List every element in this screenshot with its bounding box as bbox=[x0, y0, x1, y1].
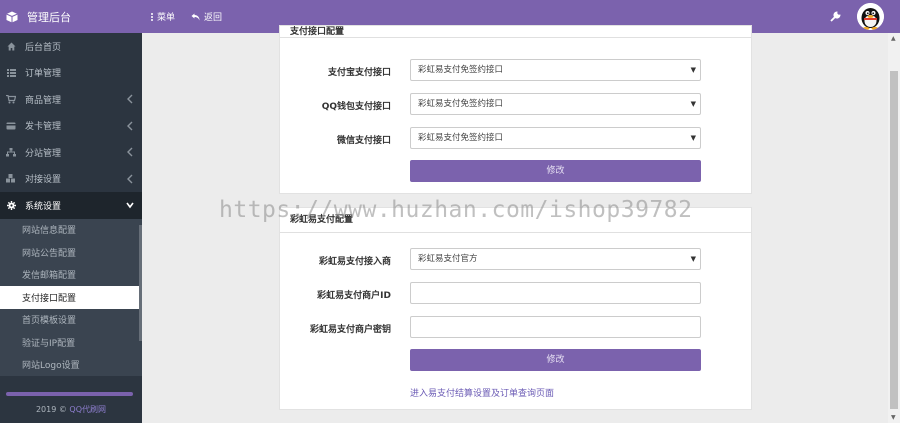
vertical-ellipsis-icon bbox=[151, 12, 153, 21]
form-label: 彩虹易支付商户ID bbox=[317, 291, 391, 301]
panel-title-text: 支付接口配置 bbox=[290, 27, 345, 37]
provider-select[interactable]: 彩虹易支付官方 ▼ bbox=[410, 248, 701, 270]
wxpay-interface-select[interactable]: 彩虹易支付免签约接口 ▼ bbox=[410, 127, 701, 149]
caret-down-icon: ▼ bbox=[690, 100, 696, 108]
sidebar-item-system-settings[interactable]: 系统设置 bbox=[0, 192, 142, 219]
sidebar-item-label: 发卡管理 bbox=[25, 122, 62, 133]
copyright: 2019 © QQ代刷网 bbox=[0, 404, 142, 415]
sitemap-icon bbox=[6, 147, 16, 157]
sidebar-item-orders[interactable]: 订单管理 bbox=[0, 60, 142, 87]
sidebar-subitem-mail[interactable]: 发信邮箱配置 bbox=[0, 264, 142, 287]
brand-title: 管理后台 bbox=[27, 10, 71, 24]
sidebar-subitem-announcement[interactable]: 网站公告配置 bbox=[0, 241, 142, 264]
form-row-merchant-id: 彩虹易支付商户ID bbox=[280, 282, 753, 304]
sidebar-item-label: 商品管理 bbox=[25, 95, 62, 106]
watermark: https://www.huzhan.com/ishop39782 bbox=[219, 197, 693, 223]
scrollbar-thumb[interactable] bbox=[890, 71, 898, 409]
reply-icon bbox=[191, 13, 200, 20]
sidebar: 管理后台 后台首页 订单管理 商品管理 发卡管理 分站管理 对接设置 系统设置 … bbox=[0, 0, 142, 423]
sidebar-item-label: 订单管理 bbox=[25, 69, 62, 80]
back-label: 返回 bbox=[204, 13, 223, 23]
sidebar-item-label: 对接设置 bbox=[25, 175, 62, 186]
form-label: 支付宝支付接口 bbox=[327, 68, 391, 78]
sidebar-subitem-logo[interactable]: 网站Logo设置 bbox=[0, 354, 142, 377]
cube-icon bbox=[6, 11, 18, 22]
panel-title: 支付接口配置 bbox=[280, 26, 751, 38]
form-label: 微信支付接口 bbox=[336, 136, 391, 146]
wrench-icon[interactable] bbox=[830, 11, 841, 22]
sidebar-item-integration[interactable]: 对接设置 bbox=[0, 166, 142, 193]
page-scrollbar[interactable]: ▲ ▼ bbox=[888, 33, 900, 423]
form-row-wxpay: 微信支付接口 彩虹易支付免签约接口 ▼ bbox=[280, 127, 753, 149]
scroll-up-arrow-icon[interactable]: ▲ bbox=[891, 35, 896, 42]
form-row-alipay: 支付宝支付接口 彩虹易支付免签约接口 ▼ bbox=[280, 59, 753, 81]
qqpay-interface-select[interactable]: 彩虹易支付免签约接口 ▼ bbox=[410, 93, 701, 115]
sidebar-subitem-template[interactable]: 首页模板设置 bbox=[0, 309, 142, 332]
scroll-down-arrow-icon[interactable]: ▼ bbox=[891, 414, 896, 421]
copyright-year: 2019 © bbox=[35, 405, 67, 414]
form-row-merchant-key: 彩虹易支付商户密钥 bbox=[280, 316, 753, 338]
sidebar-item-label: 后台首页 bbox=[25, 42, 62, 53]
form-label: 彩虹易支付接入商 bbox=[318, 257, 391, 267]
penguin-avatar-icon bbox=[857, 3, 884, 30]
system-settings-submenu: 网站信息配置 网站公告配置 发信邮箱配置 支付接口配置 首页模板设置 验证与IP… bbox=[0, 218, 142, 377]
menu-label: 菜单 bbox=[157, 13, 176, 23]
copyright-link[interactable]: QQ代刷网 bbox=[69, 405, 106, 414]
form-row-qqpay: QQ钱包支付接口 彩虹易支付免签约接口 ▼ bbox=[280, 93, 753, 115]
chevron-down-icon bbox=[126, 202, 134, 209]
chevron-left-icon bbox=[127, 174, 133, 183]
alipay-interface-select[interactable]: 彩虹易支付免签约接口 ▼ bbox=[410, 59, 701, 81]
form-row-provider: 彩虹易支付接入商 彩虹易支付官方 ▼ bbox=[280, 248, 753, 270]
sidebar-item-label: 分站管理 bbox=[25, 148, 62, 159]
form-label: QQ钱包支付接口 bbox=[321, 102, 391, 112]
sidebar-item-home[interactable]: 后台首页 bbox=[0, 33, 142, 60]
chevron-left-icon bbox=[127, 147, 133, 157]
sidebar-item-products[interactable]: 商品管理 bbox=[0, 86, 142, 113]
chevron-left-icon bbox=[127, 121, 133, 130]
select-value: 彩虹易支付免签约接口 bbox=[418, 133, 504, 143]
settlement-link[interactable]: 进入易支付结算设置及订单查询页面 bbox=[410, 386, 554, 399]
menu-button[interactable]: 菜单 bbox=[151, 10, 175, 23]
home-icon bbox=[6, 41, 16, 51]
epay-config-panel: 彩虹易支付配置 彩虹易支付接入商 彩虹易支付官方 ▼ 彩虹易支付商户ID 彩虹易… bbox=[279, 207, 752, 410]
caret-down-icon: ▼ bbox=[690, 134, 696, 142]
submit-button[interactable]: 修改 bbox=[410, 160, 701, 182]
sidebar-item-cards[interactable]: 发卡管理 bbox=[0, 113, 142, 140]
select-value: 彩虹易支付免签约接口 bbox=[418, 65, 504, 75]
form-label: 彩虹易支付商户密钥 bbox=[309, 325, 391, 335]
chevron-left-icon bbox=[127, 94, 133, 104]
gear-icon bbox=[6, 200, 16, 210]
caret-down-icon: ▼ bbox=[690, 66, 696, 74]
cart-icon bbox=[6, 94, 16, 104]
back-button[interactable]: 返回 bbox=[191, 10, 222, 23]
sidebar-subitem-ip[interactable]: 验证与IP配置 bbox=[0, 331, 142, 354]
sidebar-item-substations[interactable]: 分站管理 bbox=[0, 139, 142, 166]
submit-button[interactable]: 修改 bbox=[410, 349, 701, 371]
merchant-key-input[interactable] bbox=[410, 316, 701, 338]
merchant-id-input[interactable] bbox=[410, 282, 701, 304]
sidebar-subitem-site-info[interactable]: 网站信息配置 bbox=[0, 219, 142, 242]
sidebar-scrollbar[interactable] bbox=[139, 225, 142, 341]
brand[interactable]: 管理后台 bbox=[0, 0, 142, 33]
sidebar-divider bbox=[6, 392, 133, 396]
payment-interface-panel: 支付接口配置 支付宝支付接口 彩虹易支付免签约接口 ▼ QQ钱包支付接口 彩虹易… bbox=[279, 25, 752, 194]
caret-down-icon: ▼ bbox=[690, 255, 696, 263]
cubes-icon bbox=[6, 174, 16, 184]
sidebar-item-label: 系统设置 bbox=[25, 201, 62, 212]
select-value: 彩虹易支付官方 bbox=[418, 254, 478, 264]
card-icon bbox=[6, 121, 16, 131]
avatar[interactable] bbox=[857, 3, 884, 30]
list-icon bbox=[6, 68, 16, 78]
select-value: 彩虹易支付免签约接口 bbox=[418, 99, 504, 109]
sidebar-subitem-payment[interactable]: 支付接口配置 bbox=[0, 286, 142, 309]
